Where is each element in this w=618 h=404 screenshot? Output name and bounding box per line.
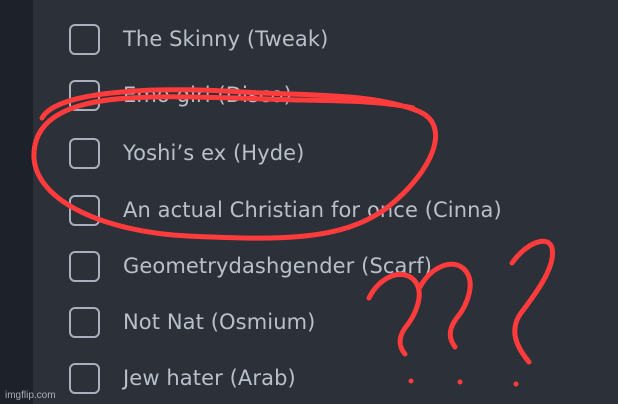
checkbox-the-skinny[interactable]: [69, 23, 100, 55]
option-row-emo-girl[interactable]: Emo girl (Disco): [69, 78, 292, 112]
option-label-yoshis-ex: Yoshi’s ex (Hyde): [123, 141, 305, 165]
left-sidebar-rail: [0, 0, 33, 404]
checkbox-geometrydashgender[interactable]: [69, 250, 100, 282]
option-row-the-skinny[interactable]: The Skinny (Tweak): [69, 22, 328, 56]
option-row-not-nat[interactable]: Not Nat (Osmium): [69, 305, 315, 339]
option-row-geometrydashgender[interactable]: Geometrydashgender (Scarf): [69, 249, 432, 283]
option-label-emo-girl: Emo girl (Disco): [123, 83, 292, 107]
option-row-an-actual-christian[interactable]: An actual Christian for once (Cinna): [69, 193, 502, 227]
imgflip-watermark: imgflip.com: [5, 390, 56, 401]
option-label-an-actual-christian: An actual Christian for once (Cinna): [123, 198, 502, 222]
checkbox-not-nat[interactable]: [69, 306, 100, 338]
option-label-not-nat: Not Nat (Osmium): [123, 310, 316, 334]
option-label-the-skinny: The Skinny (Tweak): [123, 27, 329, 51]
checkbox-jew-hater[interactable]: [69, 362, 100, 394]
checkbox-an-actual-christian[interactable]: [69, 194, 100, 226]
screenshot-canvas: The Skinny (Tweak) Emo girl (Disco) Yosh…: [0, 0, 618, 404]
option-label-jew-hater: Jew hater (Arab): [123, 366, 296, 390]
option-row-jew-hater[interactable]: Jew hater (Arab): [69, 361, 296, 395]
checkbox-yoshis-ex[interactable]: [69, 137, 100, 169]
checkbox-emo-girl[interactable]: [69, 79, 100, 111]
option-label-geometrydashgender: Geometrydashgender (Scarf): [123, 254, 433, 278]
option-row-yoshis-ex[interactable]: Yoshi’s ex (Hyde): [69, 136, 304, 170]
checkbox-options-list: The Skinny (Tweak) Emo girl (Disco) Yosh…: [33, 0, 618, 404]
